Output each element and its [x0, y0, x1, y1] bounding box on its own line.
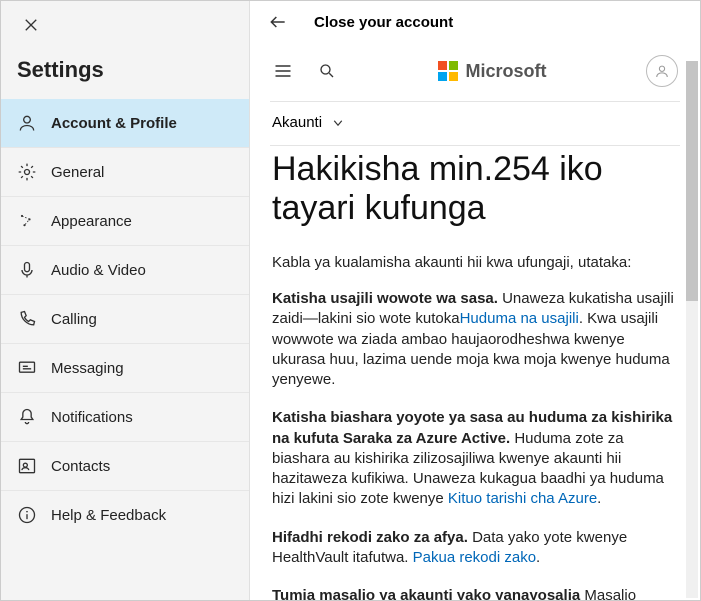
sidebar-item-label: Help & Feedback — [51, 507, 166, 524]
main-panel: Close your account Microsoft — [250, 1, 700, 600]
breadcrumb[interactable]: Akaunti — [270, 102, 680, 145]
para-text: Masalio — [580, 587, 636, 600]
microsoft-brand[interactable]: Microsoft — [438, 61, 547, 82]
para-azure: Katisha biashara yoyote ya sasa au hudum… — [272, 408, 678, 509]
phone-icon — [17, 309, 37, 329]
person-outline-icon — [653, 62, 671, 80]
info-icon — [17, 505, 37, 525]
sidebar-item-appearance[interactable]: Appearance — [1, 196, 249, 245]
link-services-subscriptions[interactable]: Huduma na usajili — [460, 310, 579, 327]
brand-text: Microsoft — [466, 61, 547, 82]
sidebar-item-label: Audio & Video — [51, 262, 146, 279]
para-balance: Tumia masalio ya akaunti yako yanayosali… — [272, 586, 678, 600]
arrow-left-icon — [268, 12, 288, 32]
para-bold: Katisha usajili wowote wa sasa. — [272, 290, 498, 307]
sidebar-item-audio-video[interactable]: Audio & Video — [1, 245, 249, 294]
page-titlebar: Close your account — [250, 1, 700, 43]
scrollbar-track[interactable] — [686, 61, 698, 598]
close-settings-button[interactable] — [17, 11, 45, 39]
hamburger-menu-button[interactable] — [272, 60, 294, 82]
contacts-icon — [17, 456, 37, 476]
sidebar-item-account-profile[interactable]: Account & Profile — [1, 99, 249, 147]
person-icon — [17, 113, 37, 133]
page-title: Close your account — [314, 14, 453, 31]
sidebar-item-label: Messaging — [51, 360, 124, 377]
article-body: Hakikisha min.254 iko tayari kufunga Kab… — [270, 146, 680, 600]
sidebar-item-messaging[interactable]: Messaging — [1, 343, 249, 392]
settings-sidebar: Settings Account & Profile General Appea… — [1, 1, 250, 600]
scrollbar-thumb[interactable] — [686, 61, 698, 301]
content-area: Microsoft Akaunti Hakikisha min.254 iko … — [250, 43, 700, 600]
account-avatar-button[interactable] — [646, 55, 678, 87]
article-lead: Kabla ya kualamisha akaunti hii kwa ufun… — [272, 254, 678, 271]
settings-nav-list: Account & Profile General Appearance Aud… — [1, 99, 249, 539]
para-bold: Hifadhi rekodi zako za afya. — [272, 529, 468, 546]
microsoft-header: Microsoft — [270, 49, 680, 101]
para-cancel-subscriptions: Katisha usajili wowote wa sasa. Unaweza … — [272, 289, 678, 390]
sidebar-item-label: Notifications — [51, 409, 133, 426]
search-icon — [318, 62, 336, 80]
article-heading: Hakikisha min.254 iko tayari kufunga — [272, 150, 678, 228]
link-download-records[interactable]: Pakua rekodi zako — [413, 549, 536, 566]
close-icon — [24, 18, 38, 32]
breadcrumb-label: Akaunti — [272, 114, 322, 131]
back-button[interactable] — [266, 10, 290, 34]
sparkle-icon — [17, 211, 37, 231]
app-window: Settings Account & Profile General Appea… — [0, 0, 701, 601]
sidebar-item-contacts[interactable]: Contacts — [1, 441, 249, 490]
para-bold: Tumia masalio ya akaunti yako yanayosali… — [272, 587, 580, 600]
sidebar-item-general[interactable]: General — [1, 147, 249, 196]
sidebar-item-label: Contacts — [51, 458, 110, 475]
sidebar-item-calling[interactable]: Calling — [1, 294, 249, 343]
hamburger-icon — [273, 61, 293, 81]
link-azure-portal[interactable]: Kituo tarishi cha Azure — [448, 490, 597, 507]
sidebar-item-notifications[interactable]: Notifications — [1, 392, 249, 441]
bell-icon — [17, 407, 37, 427]
sidebar-item-label: General — [51, 164, 104, 181]
microsoft-logo-icon — [438, 61, 458, 81]
sidebar-item-label: Calling — [51, 311, 97, 328]
sidebar-item-label: Appearance — [51, 213, 132, 230]
sidebar-item-label: Account & Profile — [51, 115, 177, 132]
para-text: . — [536, 549, 540, 566]
message-icon — [17, 358, 37, 378]
settings-title: Settings — [1, 39, 249, 99]
gear-icon — [17, 162, 37, 182]
chevron-down-icon — [332, 116, 346, 130]
para-health-records: Hifadhi rekodi zako za afya. Data yako y… — [272, 528, 678, 569]
sidebar-item-help-feedback[interactable]: Help & Feedback — [1, 490, 249, 539]
para-text: . — [597, 490, 601, 507]
search-button[interactable] — [316, 60, 338, 82]
microphone-icon — [17, 260, 37, 280]
